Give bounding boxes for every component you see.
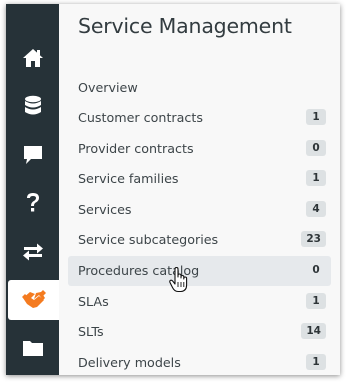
menu-item-slas[interactable]: SLAs 1 — [68, 287, 331, 317]
database-icon — [24, 95, 41, 115]
count-badge: 0 — [306, 140, 326, 156]
menu-item-customer-contracts[interactable]: Customer contracts 1 — [68, 103, 331, 133]
rail-chat-button[interactable] — [6, 135, 59, 175]
help-icon — [26, 193, 39, 212]
menu-item-delivery-models[interactable]: Delivery models 1 — [68, 348, 331, 375]
menu-item-provider-contracts[interactable]: Provider contracts 0 — [68, 134, 331, 164]
home-icon — [22, 49, 43, 67]
hand-pointer-cursor-icon — [169, 267, 188, 293]
menu-item-label: Delivery models — [78, 355, 181, 370]
app-window: Service Management Overview Customer con… — [6, 4, 340, 375]
menu-item-label: Service families — [78, 171, 179, 186]
menu-item-label: Service subcategories — [78, 232, 219, 247]
menu-item-service-subcategories[interactable]: Service subcategories 23 — [68, 225, 331, 255]
menu-item-procedures-catalog[interactable]: Procedures catalog 0 — [68, 256, 331, 286]
handshake-icon — [21, 290, 46, 308]
icon-rail — [6, 4, 59, 375]
menu-item-label: Customer contracts — [78, 110, 203, 125]
exchange-arrows-icon — [22, 243, 43, 261]
page-title: Service Management — [78, 14, 292, 38]
menu-item-slts[interactable]: SLTs 14 — [68, 317, 331, 347]
count-badge: 14 — [301, 323, 326, 339]
rail-service-management-button[interactable] — [8, 280, 59, 320]
menu-item-overview[interactable]: Overview — [68, 73, 331, 103]
menu-item-label: Overview — [78, 80, 138, 95]
rail-home-button[interactable] — [6, 38, 59, 78]
folder-icon — [22, 341, 43, 356]
menu-item-label: SLTs — [78, 324, 104, 339]
rail-folder-button[interactable] — [6, 328, 59, 368]
menu-item-service-families[interactable]: Service families 1 — [68, 164, 331, 194]
menu-item-label: Provider contracts — [78, 141, 194, 156]
count-badge: 23 — [301, 231, 326, 247]
count-badge: 1 — [306, 170, 326, 186]
count-badge: 1 — [306, 293, 326, 309]
menu-item-label: SLAs — [78, 294, 109, 309]
menu-item-label: Services — [78, 202, 132, 217]
menu-item-services[interactable]: Services 4 — [68, 195, 331, 225]
count-badge: 0 — [312, 264, 320, 276]
rail-help-button[interactable] — [6, 183, 59, 223]
count-badge: 4 — [306, 201, 326, 217]
rail-database-button[interactable] — [6, 86, 59, 126]
count-badge: 1 — [306, 354, 326, 370]
service-management-panel: Service Management Overview Customer con… — [59, 4, 340, 375]
chat-icon — [23, 146, 42, 164]
rail-exchange-button[interactable] — [6, 232, 59, 272]
count-badge: 1 — [306, 109, 326, 125]
